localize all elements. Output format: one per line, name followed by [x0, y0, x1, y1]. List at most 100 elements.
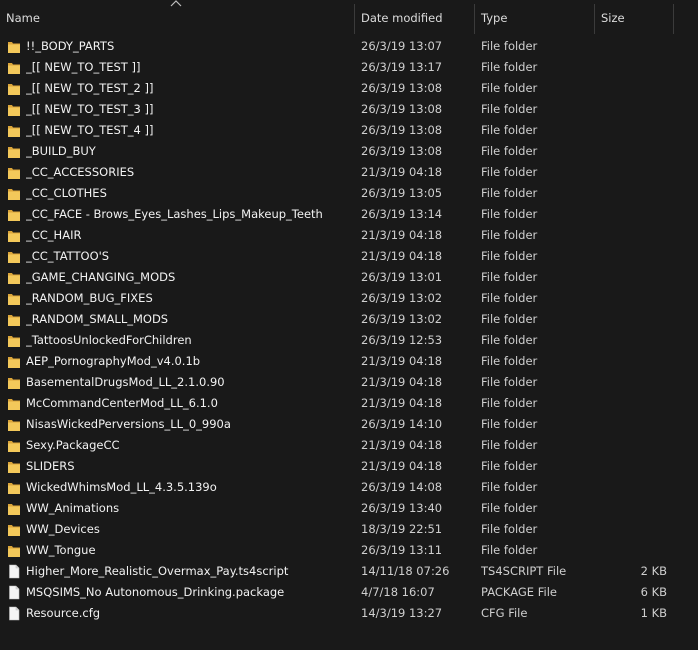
cell-name: _[[ NEW_TO_TEST ]]: [26, 60, 141, 74]
cell-name: WW_Animations: [26, 501, 120, 515]
folder-row[interactable]: _CC_FACE - Brows_Eyes_Lashes_Lips_Makeup…: [0, 204, 698, 225]
folder-row[interactable]: _CC_TATTOO'S 21/3/19 04:18 File folder: [0, 246, 698, 267]
cell-date: 26/3/19 14:10: [361, 417, 443, 431]
folder-row[interactable]: McCommandCenterMod_LL_6.1.0 21/3/19 04:18…: [0, 393, 698, 414]
cell-date: 26/3/19 13:02: [361, 291, 443, 305]
folder-row[interactable]: SLIDERS 21/3/19 04:18 File folder: [0, 456, 698, 477]
cell-type: File folder: [481, 417, 538, 431]
folder-row[interactable]: _[[ NEW_TO_TEST_2 ]] 26/3/19 13:08 File fo…: [0, 78, 698, 99]
cell-date: 4/7/18 16:07: [361, 585, 435, 599]
file-row[interactable]: Resource.cfg 14/3/19 13:27 CFG File 1 KB: [0, 603, 698, 624]
folder-row[interactable]: WW_Devices 18/3/19 22:51 File folder: [0, 519, 698, 540]
cell-date: 21/3/19 04:18: [361, 375, 443, 389]
file-row[interactable]: Higher_More_Realistic_Overmax_Pay.ts4scr…: [0, 561, 698, 582]
column-header-type[interactable]: Type: [475, 0, 595, 34]
folder-row[interactable]: !!_BODY_PARTS 26/3/19 13:07 File folder: [0, 36, 698, 57]
cell-size: [595, 36, 667, 57]
folder-icon: [7, 123, 21, 138]
folder-icon: [7, 501, 21, 516]
cell-name: _CC_HAIR: [26, 228, 82, 242]
folder-row[interactable]: _TattoosUnlockedForChildren 26/3/19 12:53…: [0, 330, 698, 351]
cell-type: File folder: [481, 501, 538, 515]
folder-icon: [7, 102, 21, 117]
cell-name: WW_Devices: [26, 522, 100, 536]
folder-row[interactable]: BasementalDrugsMod_LL_2.1.0.90 21/3/19 04…: [0, 372, 698, 393]
cell-date: 26/3/19 13:08: [361, 102, 443, 116]
cell-name: _CC_TATTOO'S: [26, 249, 110, 263]
folder-icon: [7, 312, 21, 327]
cell-type: CFG File: [481, 606, 528, 620]
folder-row[interactable]: _CC_ACCESSORIES 21/3/19 04:18 File folder: [0, 162, 698, 183]
cell-name: BasementalDrugsMod_LL_2.1.0.90: [26, 375, 225, 389]
cell-name: _[[ NEW_TO_TEST_3 ]]: [26, 102, 154, 116]
cell-type: File folder: [481, 375, 538, 389]
cell-size: [595, 309, 667, 330]
cell-type: File folder: [481, 354, 538, 368]
cell-name: _CC_CLOTHES: [26, 186, 107, 200]
cell-date: 26/3/19 13:08: [361, 123, 443, 137]
column-header-name-label: Name: [6, 11, 40, 25]
folder-row[interactable]: _[[ NEW_TO_TEST ]] 26/3/19 13:17 File fold…: [0, 57, 698, 78]
folder-row[interactable]: _BUILD_BUY 26/3/19 13:08 File folder: [0, 141, 698, 162]
cell-type: File folder: [481, 102, 538, 116]
folder-icon: [7, 480, 21, 495]
column-header-date-modified[interactable]: Date modified: [355, 0, 474, 34]
cell-name: Sexy.PackageCC: [26, 438, 120, 452]
file-explorer-window: Name Date modified Type Size !!_BODY_PAR…: [0, 0, 698, 650]
folder-icon: [7, 543, 21, 558]
file-icon: [7, 585, 21, 600]
cell-date: 21/3/19 04:18: [361, 438, 443, 452]
cell-name: _TattoosUnlockedForChildren: [26, 333, 192, 347]
cell-date: 26/3/19 13:05: [361, 186, 443, 200]
folder-row[interactable]: NisasWickedPerversions_LL_0_990a 26/3/19 …: [0, 414, 698, 435]
cell-date: 21/3/19 04:18: [361, 354, 443, 368]
folder-row[interactable]: WW_Tongue 26/3/19 13:11 File folder: [0, 540, 698, 561]
folder-row[interactable]: _GAME_CHANGING_MODS 26/3/19 13:01 File fol…: [0, 267, 698, 288]
cell-date: 26/3/19 13:11: [361, 543, 443, 557]
cell-name: Higher_More_Realistic_Overmax_Pay.ts4scr…: [26, 564, 289, 578]
folder-row[interactable]: _[[ NEW_TO_TEST_4 ]] 26/3/19 13:08 File fo…: [0, 120, 698, 141]
cell-name: AEP_PornographyMod_v4.0.1b: [26, 354, 201, 368]
folder-row[interactable]: WickedWhimsMod_LL_4.3.5.139o 26/3/19 14:0…: [0, 477, 698, 498]
cell-type: File folder: [481, 522, 538, 536]
cell-type: File folder: [481, 480, 538, 494]
folder-row[interactable]: _RANDOM_BUG_FIXES 26/3/19 13:02 File folde…: [0, 288, 698, 309]
cell-size: [595, 57, 667, 78]
column-header-date-label: Date modified: [361, 11, 443, 25]
cell-date: 21/3/19 04:18: [361, 228, 443, 242]
column-resize-handle-size[interactable]: [673, 4, 674, 34]
cell-type: File folder: [481, 39, 538, 53]
cell-type: File folder: [481, 60, 538, 74]
folder-icon: [7, 81, 21, 96]
cell-name: _[[ NEW_TO_TEST_2 ]]: [26, 81, 154, 95]
cell-size: 2 KB: [640, 564, 667, 578]
cell-size: [595, 225, 667, 246]
cell-name: _GAME_CHANGING_MODS: [26, 270, 176, 284]
column-header-bar: Name Date modified Type Size: [0, 0, 698, 34]
cell-size: [595, 267, 667, 288]
cell-name: _CC_ACCESSORIES: [26, 165, 135, 179]
cell-size: [595, 351, 667, 372]
cell-name: _BUILD_BUY: [26, 144, 96, 158]
cell-size: [595, 414, 667, 435]
cell-size: [595, 540, 667, 561]
folder-row[interactable]: _RANDOM_SMALL_MODS 26/3/19 13:02 File fold…: [0, 309, 698, 330]
cell-type: File folder: [481, 291, 538, 305]
folder-row[interactable]: _CC_CLOTHES 26/3/19 13:05 File folder: [0, 183, 698, 204]
cell-name: WickedWhimsMod_LL_4.3.5.139o: [26, 480, 217, 494]
cell-type: File folder: [481, 165, 538, 179]
folder-row[interactable]: Sexy.PackageCC 21/3/19 04:18 File folder: [0, 435, 698, 456]
folder-icon: [7, 165, 21, 180]
folder-row[interactable]: _[[ NEW_TO_TEST_3 ]] 26/3/19 13:08 File fo…: [0, 99, 698, 120]
folder-row[interactable]: WW_Animations 26/3/19 13:40 File folder: [0, 498, 698, 519]
cell-date: 26/3/19 13:14: [361, 207, 443, 221]
file-row[interactable]: MSQSIMS_No Autonomous_Drinking.package 4/…: [0, 582, 698, 603]
folder-row[interactable]: AEP_PornographyMod_v4.0.1b 21/3/19 04:18 F…: [0, 351, 698, 372]
cell-type: TS4SCRIPT File: [481, 564, 567, 578]
folder-row[interactable]: _CC_HAIR 21/3/19 04:18 File folder: [0, 225, 698, 246]
cell-size: [595, 477, 667, 498]
column-header-size[interactable]: Size: [595, 0, 673, 34]
sort-up-icon: [170, 0, 182, 9]
cell-size: [595, 162, 667, 183]
cell-name: _CC_FACE - Brows_Eyes_Lashes_Lips_Makeup…: [26, 207, 323, 221]
